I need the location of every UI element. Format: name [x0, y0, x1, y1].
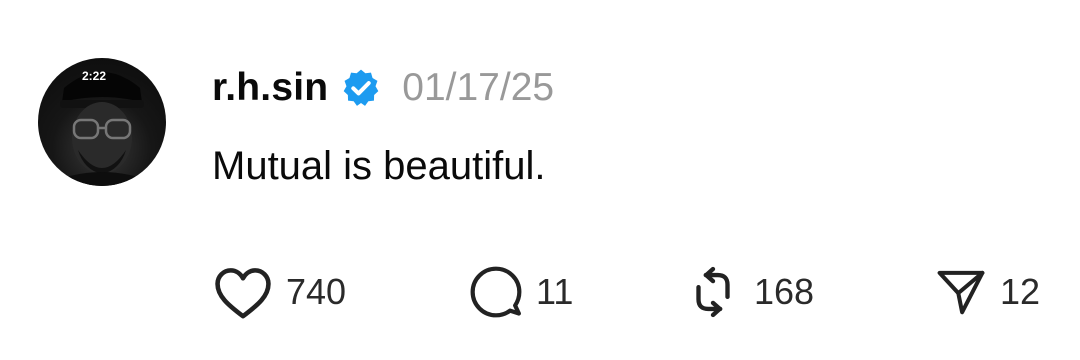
verified-badge-icon — [340, 67, 382, 109]
repost-icon — [684, 263, 742, 321]
avatar-cap-text: 2:22 — [82, 69, 106, 83]
reply-button[interactable]: 11 — [468, 262, 573, 322]
avatar-image: 2:22 — [42, 69, 162, 186]
action-bar: 740 11 168 12 — [212, 262, 1062, 322]
share-button[interactable]: 12 — [934, 262, 1040, 322]
post-timestamp[interactable]: 01/17/25 — [402, 66, 554, 110]
comment-bubble-icon — [468, 264, 524, 320]
post-header: r.h.sin 01/17/25 — [212, 60, 554, 116]
send-icon — [934, 265, 988, 319]
post-card: 2:22 r.h.sin 01/17/25 Mutual is beautifu… — [0, 0, 1080, 360]
username[interactable]: r.h.sin — [212, 66, 328, 110]
heart-icon — [212, 264, 274, 320]
reply-count: 11 — [536, 271, 574, 312]
post-text: Mutual is beautiful. — [212, 144, 546, 188]
repost-count: 168 — [754, 271, 815, 312]
avatar[interactable]: 2:22 — [38, 58, 166, 186]
like-count: 740 — [286, 271, 347, 312]
like-button[interactable]: 740 — [212, 262, 346, 322]
repost-button[interactable]: 168 — [684, 262, 814, 322]
share-count: 12 — [1000, 271, 1041, 312]
